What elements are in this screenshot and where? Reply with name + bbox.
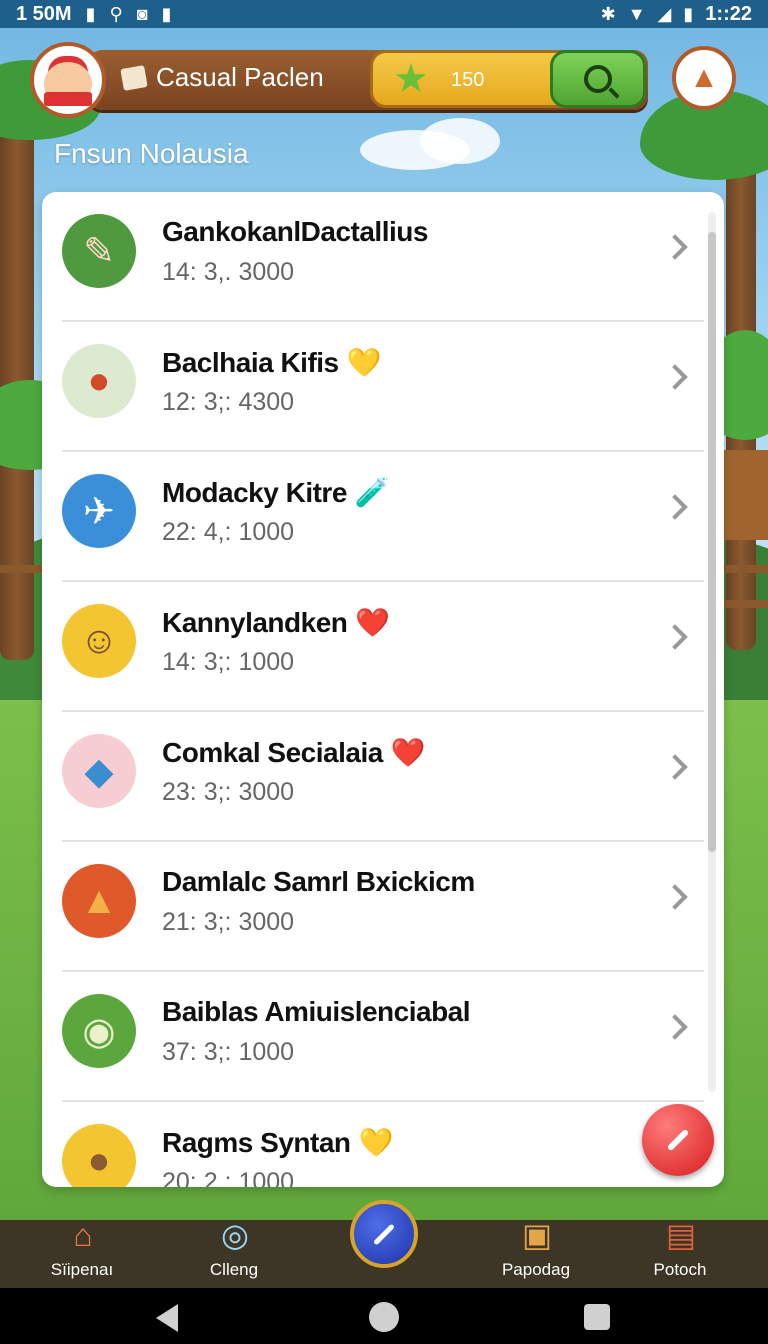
item-title: GankokanlDactallius xyxy=(162,216,428,247)
recents-icon[interactable] xyxy=(584,1304,610,1330)
bottle-icon: ✎ xyxy=(62,214,136,288)
list-item[interactable]: ☺ Kannylandken ❤️ 14: 3;: 1000 xyxy=(62,582,704,712)
chevron-right-icon xyxy=(662,884,688,910)
item-title: Comkal Secialaia ❤️ xyxy=(162,737,426,768)
fence xyxy=(724,565,768,573)
list-item[interactable]: ● Ragms Syntan 💛 20: 2,: 1000 xyxy=(62,1102,704,1187)
fence xyxy=(0,565,46,573)
banner-icon xyxy=(44,92,92,106)
star-icon: ★ xyxy=(393,57,429,101)
nav-item-search[interactable]: ◎ Clleng xyxy=(174,1217,294,1288)
scrollbar-thumb[interactable] xyxy=(708,232,716,852)
item-title: Kannylandken ❤️ xyxy=(162,607,390,638)
item-meta: 23: 3;: 3000 xyxy=(162,778,295,806)
item-title: Ragms Syntan 💛 xyxy=(162,1127,393,1158)
fish-icon: ◆ xyxy=(62,734,136,808)
chevron-right-icon xyxy=(662,754,688,780)
status-bar: 1 50M ▮ ⚲ ◙ ▮ ✱ ▼ ◢ ▮ 1::22 xyxy=(0,0,768,28)
fox-character-icon: ● xyxy=(62,344,136,418)
cloud xyxy=(420,118,500,164)
status-text: 1 50M xyxy=(16,2,72,25)
coin-count: 150 xyxy=(451,69,485,91)
item-meta: 14: 3,. 3000 xyxy=(162,258,295,286)
game-list: ✎ GankokanlDactallius 14: 3,. 3000 ● Bac… xyxy=(42,192,724,1187)
nav-item-book[interactable]: ▤ Potoch xyxy=(620,1217,740,1288)
dog-icon: ● xyxy=(62,1124,136,1187)
chevron-right-icon xyxy=(662,234,688,260)
home-icon[interactable] xyxy=(369,1302,399,1332)
list-item[interactable]: ◉ Baiblas Amiuislenciabal 37: 3;: 1000 xyxy=(62,972,704,1102)
list-item[interactable]: ✎ GankokanlDactallius 14: 3,. 3000 xyxy=(62,192,704,322)
app-title: Casual Paclen xyxy=(156,62,324,92)
chevron-right-icon xyxy=(662,364,688,390)
chevron-right-icon xyxy=(662,1014,688,1040)
pencil-icon xyxy=(373,1223,395,1245)
item-title: Modacky Kitre 🧪 xyxy=(162,477,390,508)
file-icon: ▮ xyxy=(161,3,172,24)
fence xyxy=(724,600,768,608)
nav-item-shop[interactable]: ▣ Papodag xyxy=(476,1217,596,1288)
bluetooth-icon: ✱ xyxy=(600,3,616,24)
pencil-icon xyxy=(666,1128,690,1152)
fox-icon: ▲ xyxy=(689,61,719,94)
nav-label: Sïipenaı xyxy=(50,1260,114,1279)
item-meta: 20: 2,: 1000 xyxy=(162,1168,295,1187)
hut xyxy=(724,450,768,540)
fox-profile-button[interactable]: ▲ xyxy=(672,46,736,110)
section-title: Fnsun Nolausia xyxy=(54,138,249,169)
user-avatar[interactable] xyxy=(30,42,106,118)
nav-label: Papodag xyxy=(501,1260,571,1279)
item-meta: 22: 4,: 1000 xyxy=(162,518,295,546)
item-title: Baclhaia Kifis 💛 xyxy=(162,347,382,378)
sim-icon: ▮ xyxy=(85,3,96,24)
book-icon: ▤ xyxy=(665,1217,697,1253)
item-meta: 37: 3;: 1000 xyxy=(162,1038,295,1066)
item-meta: 21: 3;: 3000 xyxy=(162,908,295,936)
bottom-navigation: ⌂ Sïipenaı ◎ Clleng ▣ Papodag ▤ Potoch xyxy=(0,1200,768,1288)
item-meta: 14: 3;: 1000 xyxy=(162,648,295,676)
app-header: Casual Paclen ★ 150 ▲ xyxy=(0,40,768,120)
item-title: Damlalc Samrl Bxickicm xyxy=(162,866,475,897)
list-item[interactable]: ✈ Modacky Kitre 🧪 22: 4,: 1000 xyxy=(62,452,704,582)
house-icon: ⌂ xyxy=(73,1217,93,1253)
battery-icon: ▮ xyxy=(683,3,694,24)
nav-label: Potoch xyxy=(653,1260,707,1279)
note-icon xyxy=(120,64,148,91)
app-title-group: Casual Paclen xyxy=(120,62,324,93)
list-item[interactable]: ◆ Comkal Secialaia ❤️ 23: 3;: 3000 xyxy=(62,712,704,842)
signal-icon: ◢ xyxy=(657,3,672,24)
bird-icon: ✈ xyxy=(62,474,136,548)
cat-icon: ▲ xyxy=(62,864,136,938)
usb-icon: ⚲ xyxy=(109,3,123,24)
list-item[interactable]: ▲ Damlalc Samrl Bxickicm 21: 3;: 3000 xyxy=(62,842,704,972)
chevron-right-icon xyxy=(662,624,688,650)
camera-icon: ◙ xyxy=(136,3,148,24)
basket-icon: ▣ xyxy=(521,1217,553,1253)
item-meta: 12: 3;: 4300 xyxy=(162,388,295,416)
status-time: 1::22 xyxy=(705,2,752,25)
nav-label: Clleng xyxy=(209,1260,259,1279)
coin-search-pill[interactable]: ★ 150 xyxy=(370,50,646,108)
frog-icon: ◉ xyxy=(62,994,136,1068)
search-icon xyxy=(584,65,612,93)
edit-fab-button[interactable] xyxy=(642,1104,714,1176)
magnifier-icon: ◎ xyxy=(221,1217,249,1253)
nav-item-home[interactable]: ⌂ Sïipenaı xyxy=(22,1217,142,1288)
system-navigation xyxy=(0,1288,768,1344)
chevron-right-icon xyxy=(662,494,688,520)
item-title: Baiblas Amiuislenciabal xyxy=(162,996,471,1027)
wifi-icon: ▼ xyxy=(627,3,646,24)
back-icon[interactable] xyxy=(156,1304,178,1332)
nav-center-create-button[interactable] xyxy=(350,1200,418,1268)
list-item[interactable]: ● Baclhaia Kifis 💛 12: 3;: 4300 xyxy=(62,322,704,452)
search-button[interactable] xyxy=(550,50,646,108)
face-icon: ☺ xyxy=(62,604,136,678)
